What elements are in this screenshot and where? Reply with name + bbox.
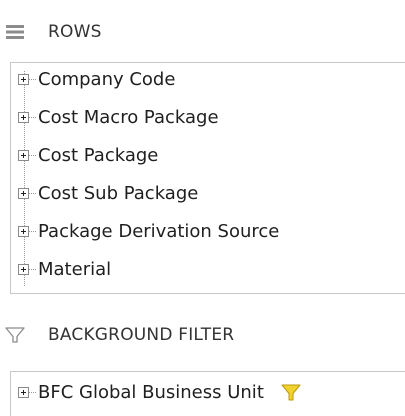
expand-plus-icon[interactable] xyxy=(18,264,29,275)
tree-item-label: Material xyxy=(38,259,112,280)
tree-connector xyxy=(29,117,36,118)
rows-list-icon xyxy=(0,17,30,47)
tree-item-label: Cost Sub Package xyxy=(38,183,199,204)
background-filter-section-header: BACKGROUND FILTER xyxy=(0,320,234,350)
funnel-filled-icon[interactable] xyxy=(280,383,302,403)
tree-item-cost-macro-package[interactable]: Cost Macro Package xyxy=(11,101,219,134)
tree-connector xyxy=(29,155,36,156)
tree-connector xyxy=(29,231,36,232)
tree-item-label: Cost Package xyxy=(38,145,159,166)
tree-connector xyxy=(29,269,36,270)
tree-item-label: Package Derivation Source xyxy=(38,221,280,242)
background-filter-field-list: BFC Global Business Unit xyxy=(10,371,405,416)
tree-connector xyxy=(29,193,36,194)
tree-item-cost-sub-package[interactable]: Cost Sub Package xyxy=(11,177,198,210)
tree-item-cost-package[interactable]: Cost Package xyxy=(11,139,158,172)
tree-item-company-code[interactable]: Company Code xyxy=(11,63,175,96)
tree-item-label: Cost Macro Package xyxy=(38,107,219,128)
funnel-outline-icon xyxy=(0,320,30,350)
tree-connector xyxy=(29,79,36,80)
rows-section-header: ROWS xyxy=(0,17,102,47)
expand-plus-icon[interactable] xyxy=(18,112,29,123)
tree-item-package-derivation-source[interactable]: Package Derivation Source xyxy=(11,215,279,248)
expand-plus-icon[interactable] xyxy=(18,226,29,237)
background-filter-section-title: BACKGROUND FILTER xyxy=(48,325,235,345)
expand-plus-icon[interactable] xyxy=(18,387,29,398)
expand-plus-icon[interactable] xyxy=(18,150,29,161)
tree-item-bfc-global-business-unit[interactable]: BFC Global Business Unit xyxy=(11,376,302,409)
tree-item-label: Company Code xyxy=(38,69,176,90)
tree-item-label: BFC Global Business Unit xyxy=(38,382,264,403)
expand-plus-icon[interactable] xyxy=(18,74,29,85)
tree-item-material[interactable]: Material xyxy=(11,253,111,286)
expand-plus-icon[interactable] xyxy=(18,188,29,199)
tree-connector xyxy=(29,392,36,393)
rows-field-list: Company Code Cost Macro Package Cost Pac… xyxy=(10,62,405,294)
rows-section-title: ROWS xyxy=(48,22,102,42)
